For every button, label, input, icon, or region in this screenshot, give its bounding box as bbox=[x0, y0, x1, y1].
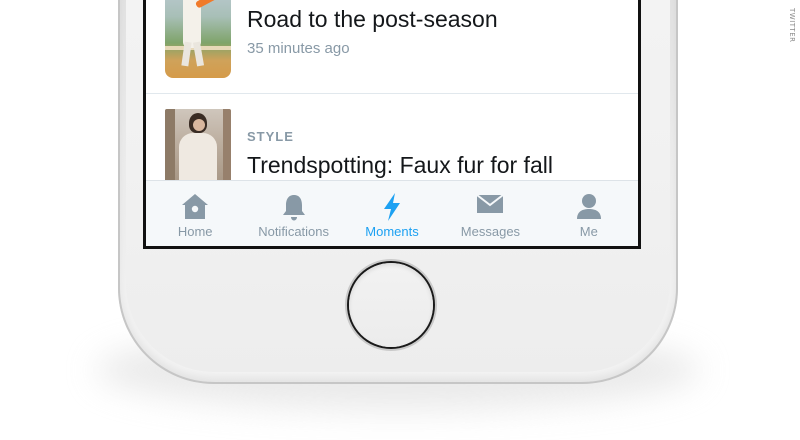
tab-label: Messages bbox=[460, 224, 521, 239]
moment-category: STYLE bbox=[247, 129, 294, 144]
moment-title: Road to the post-season bbox=[247, 6, 498, 32]
tab-messages[interactable]: Messages bbox=[441, 181, 539, 246]
moment-title: Trendspotting: Faux fur for fall bbox=[247, 152, 553, 178]
moment-item[interactable]: Road to the post-season 35 minutes ago bbox=[146, 0, 638, 94]
baseball-player-thumbnail bbox=[165, 0, 231, 78]
tab-label: Home bbox=[177, 224, 213, 239]
fashion-model-thumbnail bbox=[165, 109, 231, 185]
home-icon bbox=[182, 194, 209, 219]
tab-label: Notifications bbox=[258, 224, 330, 239]
tab-label: Moments bbox=[365, 224, 419, 239]
tab-label: Me bbox=[579, 224, 598, 239]
envelope-icon bbox=[476, 194, 505, 213]
moment-item[interactable]: STYLE Trendspotting: Faux fur for fall bbox=[146, 95, 638, 185]
bell-icon bbox=[282, 195, 305, 221]
tab-home[interactable]: Home bbox=[146, 181, 244, 246]
phone-screen: Road to the post-season 35 minutes ago S… bbox=[143, 0, 641, 249]
tab-me[interactable]: Me bbox=[540, 181, 638, 246]
home-button[interactable] bbox=[349, 263, 433, 347]
watermark: TWITTER bbox=[788, 8, 796, 43]
lightning-icon bbox=[384, 193, 401, 221]
tab-notifications[interactable]: Notifications bbox=[244, 181, 342, 246]
person-icon bbox=[576, 194, 601, 219]
tab-bar: Home Notifications Moments Messages Me bbox=[146, 180, 638, 246]
tab-moments[interactable]: Moments bbox=[343, 181, 441, 246]
moment-timestamp: 35 minutes ago bbox=[247, 40, 350, 57]
